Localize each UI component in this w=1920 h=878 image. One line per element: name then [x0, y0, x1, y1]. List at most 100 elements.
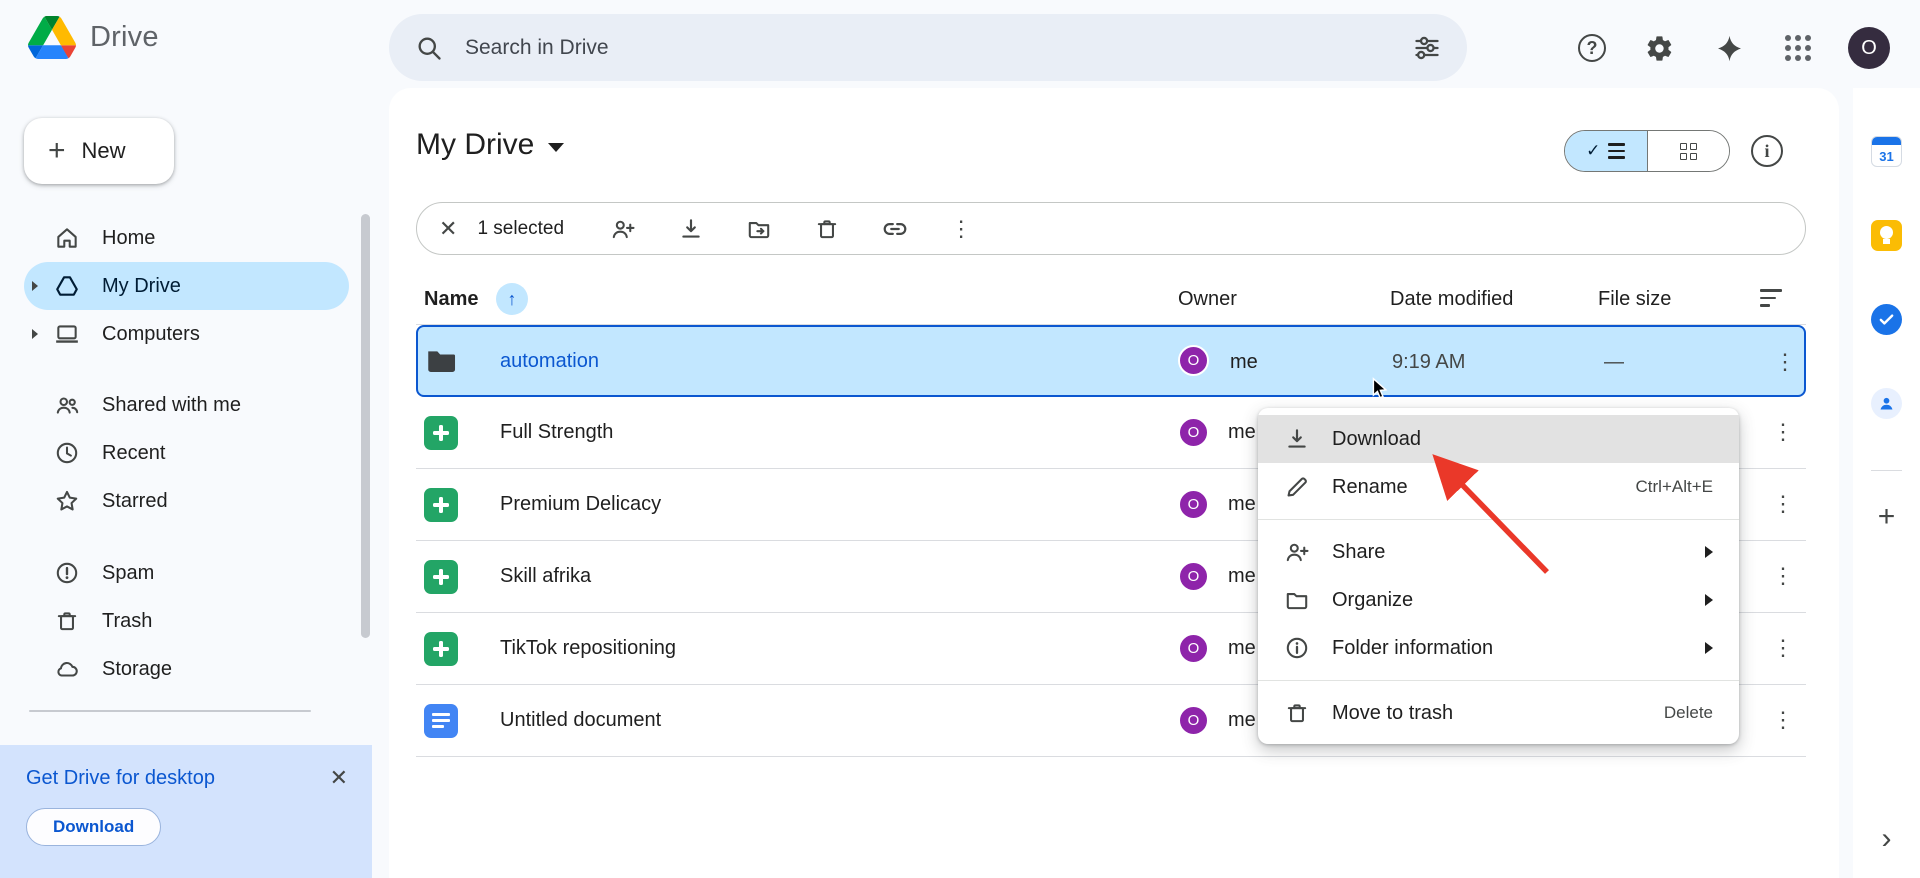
owner-avatar: O	[1178, 705, 1209, 736]
cloud-storage-icon	[54, 656, 80, 682]
rail-divider	[1871, 470, 1902, 471]
list-view-button[interactable]: ✓	[1565, 131, 1647, 171]
menu-item-share[interactable]: Share	[1258, 528, 1739, 576]
column-file-size[interactable]: File size	[1598, 288, 1671, 311]
keep-icon[interactable]	[1871, 220, 1902, 251]
help-button[interactable]: ?	[1575, 31, 1609, 65]
column-owner[interactable]: Owner	[1178, 288, 1237, 311]
sheets-file-icon	[424, 560, 458, 594]
file-name: Premium Delicacy	[500, 469, 661, 539]
context-menu: Download Rename Ctrl+Alt+E Share	[1258, 408, 1739, 744]
menu-item-download[interactable]: Download	[1258, 415, 1739, 463]
search-bar[interactable]	[389, 14, 1467, 81]
owner-avatar: O	[1178, 345, 1209, 376]
submenu-arrow-icon	[1705, 642, 1713, 654]
folder-organize-icon	[1284, 587, 1310, 613]
table-header: Name ↑ Owner Date modified File size	[416, 276, 1806, 325]
drive-logo[interactable]: Drive	[28, 16, 159, 59]
menu-item-folder-information[interactable]: Folder information	[1258, 624, 1739, 672]
menu-item-label: Rename	[1332, 476, 1408, 499]
account-avatar[interactable]: O	[1848, 27, 1890, 69]
gear-icon	[1645, 34, 1674, 63]
owner-avatar: O	[1178, 489, 1209, 520]
my-drive-title-dropdown[interactable]: My Drive	[416, 128, 564, 162]
download-icon	[1284, 426, 1310, 452]
main-content: My Drive ✓ i ✕ 1 selected	[389, 88, 1839, 878]
tasks-icon[interactable]	[1871, 304, 1902, 335]
new-button[interactable]: + New	[24, 118, 174, 184]
sidebar-item-spam[interactable]: Spam	[24, 549, 349, 597]
list-view-icon	[1608, 143, 1625, 159]
owner-name: me	[1228, 613, 1256, 683]
row-more-icon[interactable]: ⋮	[1764, 469, 1802, 539]
menu-item-label: Download	[1332, 428, 1421, 451]
sidebar-item-computers[interactable]: Computers	[24, 310, 349, 358]
column-name[interactable]: Name	[424, 288, 478, 311]
settings-button[interactable]	[1642, 31, 1676, 65]
menu-item-rename[interactable]: Rename Ctrl+Alt+E	[1258, 463, 1739, 511]
sidebar-item-starred[interactable]: Starred	[24, 477, 349, 525]
row-more-icon[interactable]: ⋮	[1764, 613, 1802, 683]
trash-button[interactable]	[814, 216, 840, 242]
row-more-icon[interactable]: ⋮	[1766, 327, 1804, 397]
home-icon	[54, 225, 80, 251]
sidebar-item-label: Spam	[102, 562, 154, 585]
sidebar-item-shared-with-me[interactable]: Shared with me	[24, 381, 349, 429]
new-button-label: New	[82, 138, 126, 164]
sidebar-item-label: Starred	[102, 490, 168, 513]
add-panel-app-button[interactable]: +	[1853, 500, 1920, 534]
sidebar-item-home[interactable]: Home	[24, 214, 349, 262]
file-name: Skill afrika	[500, 541, 591, 611]
column-date-modified[interactable]: Date modified	[1390, 288, 1513, 311]
owner-name: me	[1228, 685, 1256, 755]
download-button[interactable]	[678, 216, 704, 242]
search-input[interactable]	[465, 36, 1413, 60]
sidebar-item-storage[interactable]: Storage	[24, 645, 349, 693]
banner-close-icon[interactable]: ✕	[330, 765, 348, 791]
clear-selection-icon[interactable]: ✕	[439, 216, 457, 242]
info-icon: i	[1764, 141, 1769, 162]
menu-item-organize[interactable]: Organize	[1258, 576, 1739, 624]
computers-icon	[54, 321, 80, 347]
date-modified: 9:19 AM	[1392, 327, 1465, 397]
shared-people-icon	[54, 392, 80, 418]
sort-ascending-icon[interactable]: ↑	[496, 283, 528, 315]
collapse-panel-chevron-icon[interactable]: ›	[1853, 822, 1920, 856]
banner-download-button[interactable]: Download	[26, 808, 161, 846]
grid-view-button[interactable]	[1647, 131, 1730, 171]
contacts-icon[interactable]	[1871, 388, 1902, 419]
menu-shortcut: Ctrl+Alt+E	[1636, 477, 1713, 497]
calendar-icon[interactable]: 31	[1871, 136, 1902, 167]
expand-caret-icon[interactable]	[32, 281, 38, 291]
details-info-button[interactable]: i	[1751, 135, 1783, 167]
sidebar-item-trash[interactable]: Trash	[24, 597, 349, 645]
apps-grid-button[interactable]	[1781, 31, 1815, 65]
move-to-folder-button[interactable]	[746, 216, 772, 242]
row-more-icon[interactable]: ⋮	[1764, 685, 1802, 755]
share-person-add-button[interactable]	[610, 216, 636, 242]
trash-icon	[54, 608, 80, 634]
owner-avatar: O	[1178, 417, 1209, 448]
banner-title: Get Drive for desktop	[26, 767, 346, 790]
copy-link-button[interactable]	[882, 216, 908, 242]
sort-options-icon[interactable]	[1760, 289, 1786, 307]
owner-name: me	[1230, 327, 1258, 397]
owner-name: me	[1228, 541, 1256, 611]
row-more-icon[interactable]: ⋮	[1764, 397, 1802, 467]
file-size: —	[1604, 327, 1624, 397]
sidebar-item-recent[interactable]: Recent	[24, 429, 349, 477]
file-row-automation[interactable]: automation O me 9:19 AM — ⋮	[416, 325, 1806, 397]
menu-item-move-to-trash[interactable]: Move to trash Delete	[1258, 689, 1739, 737]
sidebar-scrollbar[interactable]	[361, 214, 370, 638]
more-actions-icon[interactable]: ⋮	[950, 216, 972, 242]
tune-filter-icon[interactable]	[1413, 34, 1441, 62]
row-more-icon[interactable]: ⋮	[1764, 541, 1802, 611]
menu-item-label: Organize	[1332, 589, 1413, 612]
expand-caret-icon[interactable]	[32, 329, 38, 339]
sidebar-item-my-drive[interactable]: My Drive	[24, 262, 349, 310]
menu-item-label: Share	[1332, 541, 1385, 564]
gemini-button[interactable]	[1712, 31, 1746, 65]
drive-triangle-icon	[28, 16, 76, 59]
folder-icon	[424, 344, 458, 378]
recent-clock-icon	[54, 440, 80, 466]
